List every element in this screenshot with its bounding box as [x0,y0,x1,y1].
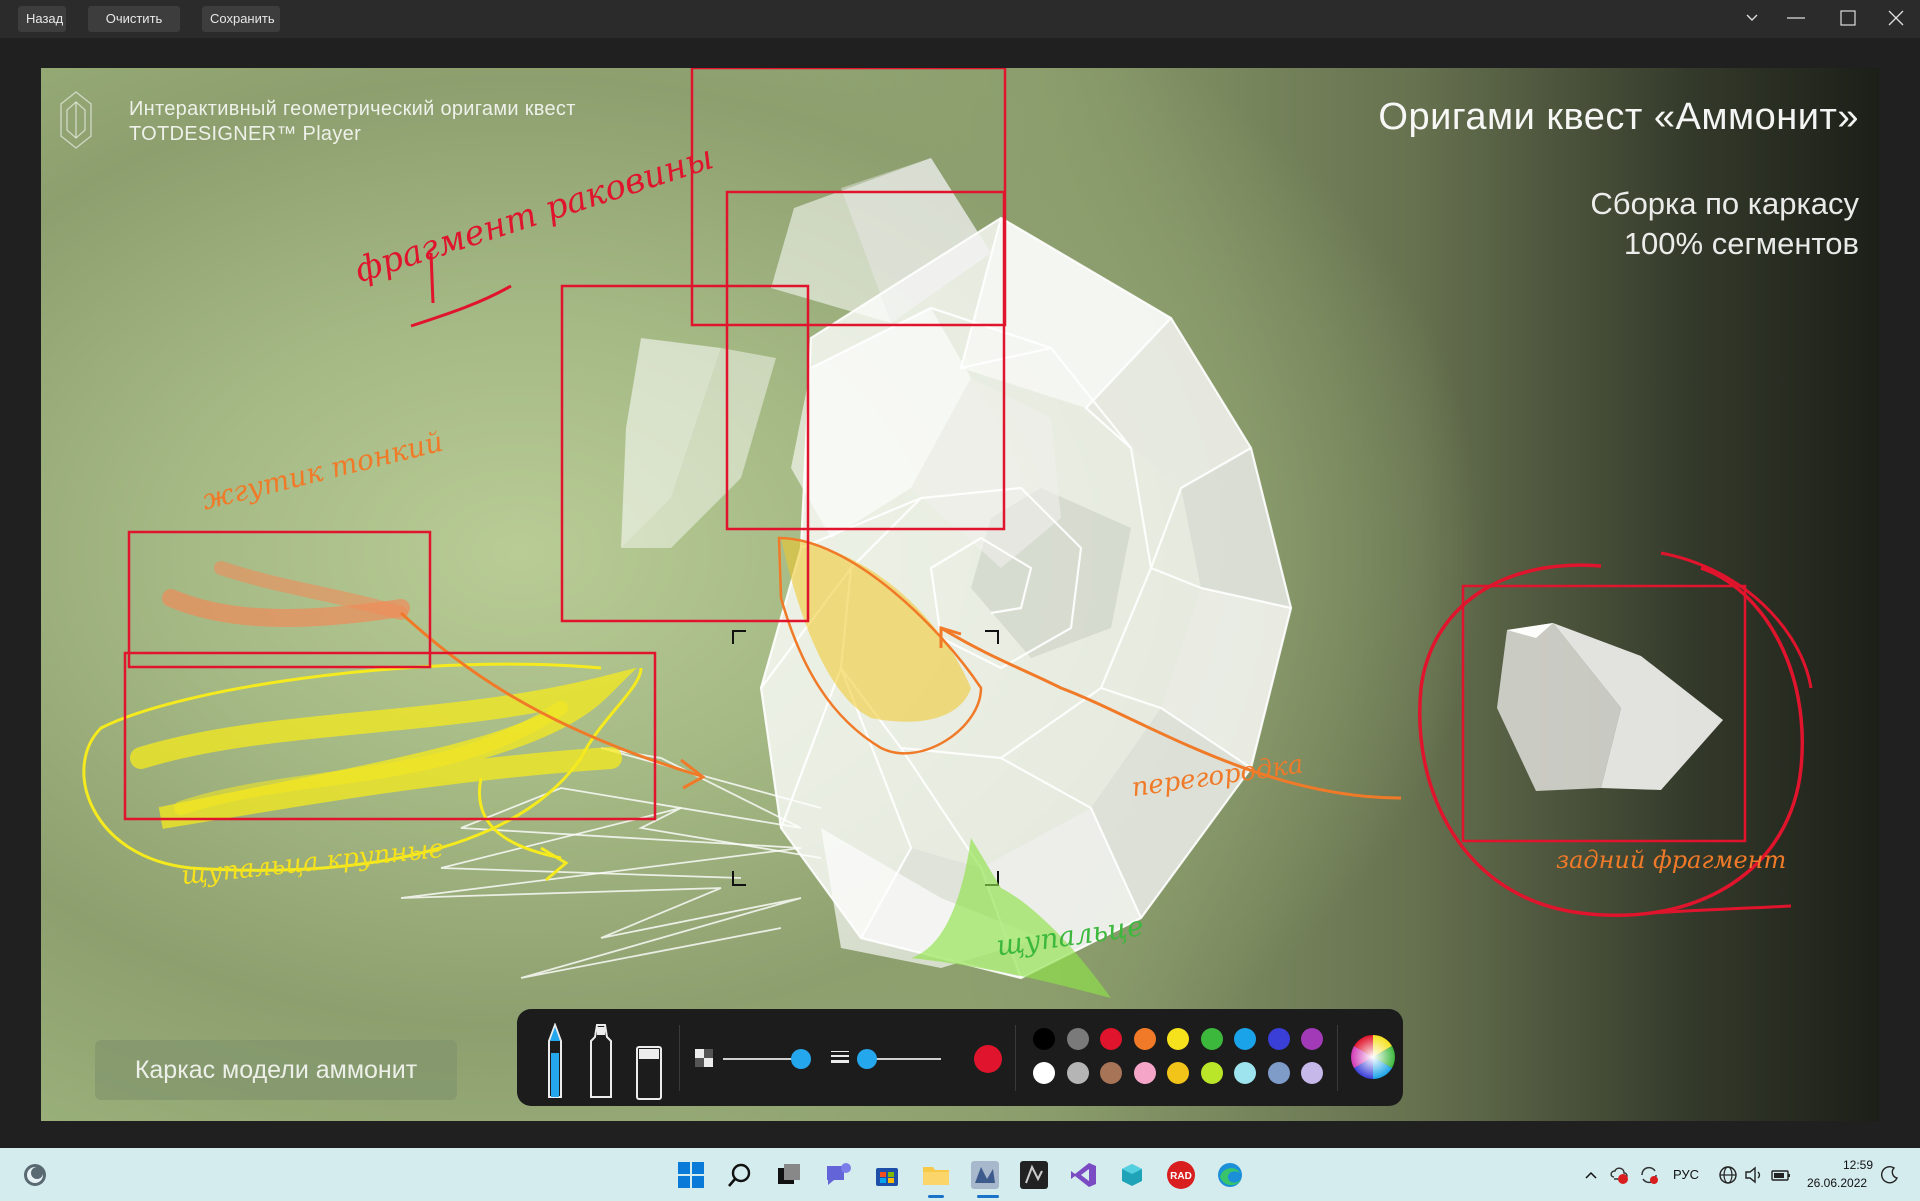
edge-icon[interactable] [1213,1158,1247,1192]
active-indicator [977,1195,999,1198]
toolbar-divider [679,1025,680,1091]
color-swatch[interactable] [1200,1028,1223,1050]
chevron-up-icon[interactable] [1584,1161,1598,1189]
app-cube-icon[interactable] [1115,1158,1149,1192]
color-swatch[interactable] [1066,1028,1089,1050]
color-swatch[interactable] [1301,1062,1323,1084]
player-name: TOTDESIGNER™ Player [129,123,362,145]
current-color-swatch[interactable] [974,1045,1002,1073]
taskbar: RAD РУС 12:59 26.06.2022 [0,1148,1920,1201]
color-swatch[interactable] [1234,1028,1256,1050]
color-swatch[interactable] [1301,1028,1323,1050]
opacity-slider-thumb[interactable] [790,1049,811,1069]
note-thin-flagellum: жгутик тонкий [199,425,447,517]
assembly-mode: Сборка по каркасу [1590,186,1859,221]
file-explorer-icon[interactable] [919,1158,953,1192]
logo-icon [60,91,92,149]
clock-time[interactable]: 12:59 [1843,1158,1873,1172]
note-rear-fragment: задний фрагмент [1556,846,1786,874]
color-swatch[interactable] [1267,1062,1290,1084]
widgets-icon[interactable] [18,1158,52,1192]
eraser-tool[interactable] [635,1045,663,1106]
ammonite-model [400,158,1723,980]
toolbar-divider [1337,1025,1338,1091]
save-button[interactable]: Сохранить [202,6,280,32]
maximize-icon[interactable] [1826,0,1870,36]
color-swatch[interactable] [1167,1062,1189,1084]
color-swatch[interactable] [1133,1028,1156,1050]
search-icon[interactable] [723,1158,757,1192]
color-swatch[interactable] [1133,1062,1156,1084]
notification-icon[interactable] [1880,1161,1900,1189]
assembly-progress: 100% сегментов [1623,226,1859,261]
ballpoint-pen-tool[interactable] [543,1022,567,1104]
color-swatch[interactable] [1100,1028,1122,1050]
security-icon[interactable] [1608,1161,1630,1189]
clock-date[interactable]: 26.06.2022 [1807,1176,1867,1190]
note-large-tentacles: щупальца крупные [180,834,445,891]
back-button[interactable]: Назад [18,6,66,32]
canvas-artwork: фрагмент раковины жгутик тонкий щупальца… [60,68,1813,998]
title-bar: Назад Очистить все Сохранить [0,0,1920,52]
drawing-toolbar [517,1009,1403,1106]
app-dark-icon[interactable] [1017,1158,1051,1192]
chevron-down-icon[interactable] [1730,0,1774,36]
color-swatch[interactable] [1234,1062,1256,1084]
color-swatch[interactable] [1033,1028,1055,1050]
rad-label: RAD [1170,1171,1192,1182]
network-icon[interactable] [1718,1161,1738,1189]
visual-studio-icon[interactable] [1066,1158,1100,1192]
start-icon[interactable] [674,1158,708,1192]
color-swatch[interactable] [1100,1062,1122,1084]
thickness-slider-thumb[interactable] [857,1049,878,1069]
note-shell-fragment: фрагмент раковины [350,137,718,291]
drawing-canvas[interactable]: фрагмент раковины жгутик тонкий щупальца… [41,68,1879,1121]
task-view-icon[interactable] [772,1158,806,1192]
battery-icon[interactable] [1770,1161,1792,1189]
clear-all-button[interactable]: Очистить все [88,6,180,52]
app-subtitle: Интерактивный геометрический оригами кве… [129,98,576,120]
model-frame-button[interactable]: Каркас модели аммонит [95,1040,457,1100]
store-icon[interactable] [870,1158,904,1192]
origami-player-icon[interactable] [968,1158,1002,1192]
line-thickness-icon [831,1049,849,1072]
rad-studio-icon[interactable]: RAD [1164,1158,1198,1192]
color-swatch[interactable] [1033,1062,1055,1084]
volume-icon[interactable] [1744,1161,1764,1189]
toolbar-divider [1015,1025,1016,1091]
minimize-icon[interactable] [1774,0,1818,36]
page-title: Оригами квест «Аммонит» [1378,96,1859,138]
close-icon[interactable] [1874,0,1918,36]
color-swatch[interactable] [1267,1028,1290,1050]
chat-icon[interactable] [821,1158,855,1192]
checkerboard-icon [695,1049,713,1072]
highlighter-tool[interactable] [587,1023,615,1104]
sync-icon[interactable] [1638,1161,1660,1189]
color-swatch[interactable] [1066,1062,1089,1084]
active-indicator [928,1195,944,1198]
color-swatch[interactable] [1200,1062,1223,1084]
color-swatch[interactable] [1167,1028,1189,1050]
language-indicator[interactable]: РУС [1673,1167,1699,1182]
color-wheel-icon[interactable] [1351,1035,1395,1084]
